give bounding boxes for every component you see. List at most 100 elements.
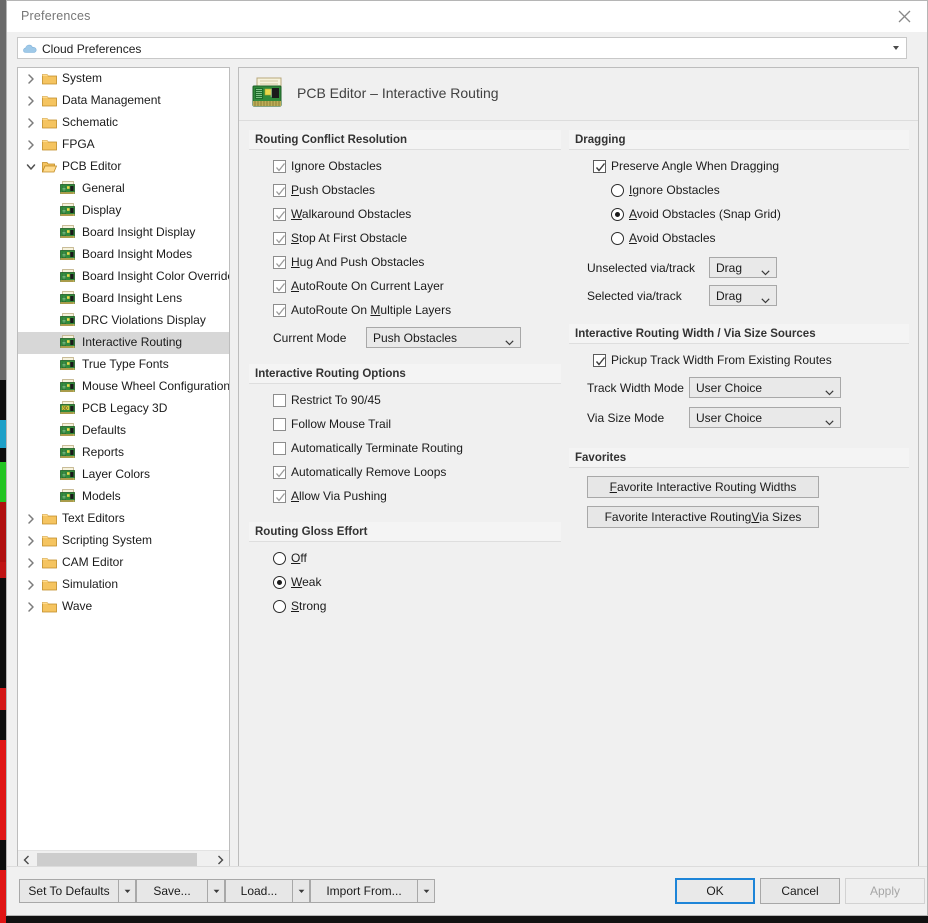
tree-item-models[interactable]: Models [18,486,229,508]
footer-button-import-from[interactable]: Import From... [310,879,435,903]
tree-item-cam-editor[interactable]: CAM Editor [18,552,229,574]
checkbox-restrict-to-90-45[interactable]: Restrict To 90/45 [249,390,561,414]
chevron-down-icon[interactable] [293,879,310,903]
via-size-mode-select[interactable]: User Choice [689,407,841,428]
chevron-right-icon[interactable] [26,73,36,85]
radio-avoid-obstacles[interactable]: Avoid Obstacles [569,228,909,252]
unselected-via-track-value: Drag [716,261,743,275]
footer-button-load[interactable]: Load... [225,879,310,903]
checkbox-box [273,184,286,197]
chevron-right-icon[interactable] [26,535,36,547]
tree-item-label: Schematic [62,115,119,129]
favorites-buttons: Favorite Interactive Routing Widths Favor… [569,468,909,536]
tree-item-wave[interactable]: Wave [18,596,229,618]
checkbox-push-obstacles[interactable]: Push Obstacles [249,180,561,204]
current-mode-select[interactable]: Push Obstacles [366,327,521,348]
tree-item-label: Board Insight Lens [82,291,183,305]
checkbox-automatically-terminate-routing[interactable]: Automatically Terminate Routing [249,438,561,462]
chevron-right-icon[interactable] [26,117,36,129]
checkbox-box [273,208,286,221]
tree-item-schematic[interactable]: Schematic [18,112,229,134]
tree-item-drc-violations-display[interactable]: DRC Violations Display [18,310,229,332]
chevron-right-icon[interactable] [26,139,36,151]
dragging-body: Preserve Angle When Dragging Ignore Obst… [569,150,909,314]
radio-avoid-obstacles-snap-grid[interactable]: Avoid Obstacles (Snap Grid) [569,204,909,228]
favorite-button-via-sizes[interactable]: Favorite Interactive Routing Via Sizes [587,506,819,528]
chevron-right-icon[interactable] [26,601,36,613]
chevron-down-icon[interactable] [26,161,36,173]
checkbox-ignore-obstacles[interactable]: Ignore Obstacles [249,156,561,180]
radio-weak[interactable]: Weak [249,572,561,596]
track-width-mode-label: Track Width Mode [587,381,684,395]
tree-item-scripting-system[interactable]: Scripting System [18,530,229,552]
section-interactive-routing-options-heading: Interactive Routing Options [249,364,561,384]
dialog-title: Preferences [21,9,91,23]
favorite-button-widths[interactable]: Favorite Interactive Routing Widths [587,476,819,498]
tree-item-fpga[interactable]: FPGA [18,134,229,156]
preferences-tree[interactable]: System Data Management Schematic FPGA PCB Ed… [17,67,230,869]
tree-item-board-insight-modes[interactable]: Board Insight Modes [18,244,229,266]
checkbox-allow-via-pushing[interactable]: Allow Via Pushing [249,486,561,510]
tree-item-system[interactable]: System [18,68,229,90]
pickup-track-width-checkbox[interactable]: Pickup Track Width From Existing Routes [569,350,909,374]
chevron-down-icon[interactable] [119,879,136,903]
radio-off[interactable]: Off [249,548,561,572]
chevron-right-icon[interactable] [26,579,36,591]
tree-item-board-insight-lens[interactable]: Board Insight Lens [18,288,229,310]
left-column: Routing Conflict Resolution Ignore Obsta… [249,130,561,622]
tree-item-mouse-wheel-configuration[interactable]: Mouse Wheel Configuration [18,376,229,398]
chevron-right-icon[interactable] [26,557,36,569]
chevron-down-icon[interactable] [893,46,899,50]
preferences-profile-select[interactable]: Cloud Preferences [17,37,907,59]
tree-item-text-editors[interactable]: Text Editors [18,508,229,530]
checkbox-autoroute-on-current-layer[interactable]: AutoRoute On Current Layer [249,276,561,300]
checkbox-autoroute-on-multiple-layers[interactable]: AutoRoute On Multiple Layers [249,300,561,324]
ok-button[interactable]: OK [675,878,755,904]
tree-item-label: Reports [82,445,125,459]
tree-item-defaults[interactable]: Defaults [18,420,229,442]
cancel-button[interactable]: Cancel [760,878,840,904]
footer-button-set-to-defaults[interactable]: Set To Defaults [19,879,136,903]
tree-item-pcb-legacy-3d[interactable]: 3D PCB Legacy 3D [18,398,229,420]
footer-button-label: Load... [225,879,293,903]
scrollbar-thumb[interactable] [37,853,197,866]
tree-item-label: Data Management [62,93,161,107]
checkbox-hug-and-push-obstacles[interactable]: Hug And Push Obstacles [249,252,561,276]
tree-item-interactive-routing[interactable]: Interactive Routing [18,332,229,354]
checkbox-box [593,160,606,173]
tree-item-reports[interactable]: Reports [18,442,229,464]
page-header: PCB Editor – Interactive Routing [239,68,918,121]
tree-item-general[interactable]: General [18,178,229,200]
close-icon[interactable] [887,4,921,29]
footer-button-save[interactable]: Save... [136,879,225,903]
radio-circle [611,232,624,245]
preserve-angle-when-dragging-checkbox[interactable]: Preserve Angle When Dragging [569,156,909,180]
chevron-right-icon[interactable] [26,95,36,107]
folder-icon [42,578,57,591]
chevron-down-icon [505,335,514,349]
checkbox-stop-at-first-obstacle[interactable]: Stop At First Obstacle [249,228,561,252]
radio-strong[interactable]: Strong [249,596,561,620]
checkbox-automatically-remove-loops[interactable]: Automatically Remove Loops [249,462,561,486]
checkbox-follow-mouse-trail[interactable]: Follow Mouse Trail [249,414,561,438]
tree-item-data-management[interactable]: Data Management [18,90,229,112]
tree-item-pcb-editor[interactable]: PCB Editor [18,156,229,178]
tree-item-layer-colors[interactable]: Layer Colors [18,464,229,486]
tree-item-simulation[interactable]: Simulation [18,574,229,596]
chevron-down-icon[interactable] [418,879,435,903]
checkbox-box [273,232,286,245]
tree-item-true-type-fonts[interactable]: True Type Fonts [18,354,229,376]
tree-item-board-insight-display[interactable]: Board Insight Display [18,222,229,244]
chevron-right-icon[interactable] [26,513,36,525]
unselected-via-track-select[interactable]: Drag [709,257,777,278]
footer-button-label: Save... [136,879,208,903]
chevron-down-icon[interactable] [208,879,225,903]
tree-item-label: Defaults [82,423,127,437]
checkbox-walkaround-obstacles[interactable]: Walkaround Obstacles [249,204,561,228]
selected-via-track-select[interactable]: Drag [709,285,777,306]
tree-item-display[interactable]: Display [18,200,229,222]
radio-ignore-obstacles[interactable]: Ignore Obstacles [569,180,909,204]
track-width-mode-select[interactable]: User Choice [689,377,841,398]
tree-item-board-insight-color-overrides[interactable]: Board Insight Color Overrides [18,266,229,288]
via-size-mode-value: User Choice [696,411,763,425]
